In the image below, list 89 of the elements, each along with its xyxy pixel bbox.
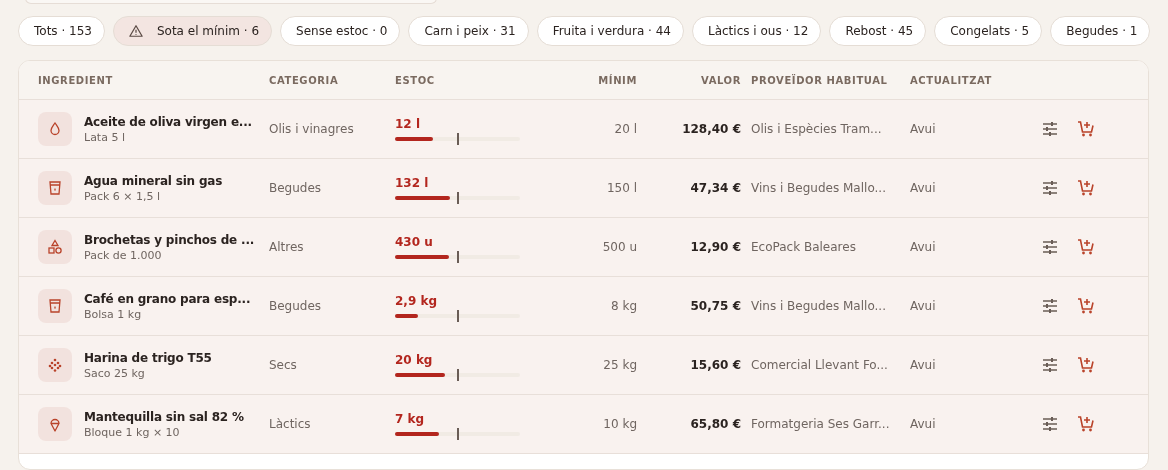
stock-value: 65,80 € [689,417,741,431]
cup-icon [38,171,72,205]
minimum-marker [457,251,459,263]
add-to-cart-icon[interactable] [1076,178,1096,198]
stock-value: 50,75 € [689,299,741,313]
stock-value: 15,60 € [689,358,741,372]
filter-chip[interactable]: Fruita i verdura · 44 [536,16,684,46]
filter-chip[interactable]: Carn i peix · 31 [408,16,529,46]
adjust-icon[interactable] [1040,119,1060,139]
adjust-icon[interactable] [1040,355,1060,375]
package-size: Bolsa 1 kg [84,307,143,321]
add-to-cart-icon[interactable] [1076,414,1096,434]
category-text: Begudes [269,299,323,313]
column-header: CATEGORIA [269,74,340,86]
filter-chip[interactable]: Begudes · 1 [1050,16,1151,46]
add-to-cart-icon[interactable] [1076,119,1096,139]
adjust-icon[interactable] [1040,414,1060,434]
drop-icon [38,112,72,146]
stock-amount: 12 l [395,117,421,131]
warning-icon [128,24,143,38]
column-header: ACTUALITZAT [910,74,993,86]
category-text: Begudes [269,181,323,195]
updated-date: Avui [910,240,937,254]
filter-chip[interactable]: Sota el mínim · 6 [112,16,273,46]
grain-icon [38,348,72,382]
filter-chip[interactable]: Congelats · 5 [934,16,1043,46]
supplier-name: Formatgeria Ses Garr... [751,417,891,431]
ingredient-name: Mantequilla sin sal 82 % [84,409,244,424]
filter-chip[interactable]: Sense estoc · 0 [280,16,401,46]
filter-chip[interactable]: Làctics i ous · 12 [692,16,822,46]
category-text: Altres [269,240,305,254]
shapes-icon [38,230,72,264]
stock-value: 47,34 € [689,181,741,195]
supplier-name: Comercial Llevant Fo... [751,358,889,372]
minimum-marker [457,369,459,381]
category-text: Olis i vinagres [269,122,355,136]
minimum-marker [457,428,459,440]
package-size: Bloque 1 kg × 10 [84,425,181,439]
filter-chip[interactable]: Tots · 153 [18,16,105,46]
category-text: Secs [269,358,298,372]
minimum-amount: 500 u [601,240,637,254]
minimum-amount: 25 kg [602,358,637,372]
stock-value: 12,90 € [689,240,741,254]
package-size: Pack 6 × 1,5 l [84,189,162,203]
adjust-icon[interactable] [1040,296,1060,316]
package-size: Pack de 1.000 [84,248,163,262]
supplier-name: Vins i Begudes Mallo... [751,181,887,195]
column-header: INGREDIENT [38,74,114,86]
category-text: Làctics [269,417,312,431]
package-size: Saco 25 kg [84,366,146,380]
column-header: VALOR [699,74,741,86]
add-to-cart-icon[interactable] [1076,296,1096,316]
add-to-cart-icon[interactable] [1076,237,1096,257]
supplier-name: Vins i Begudes Mallo... [751,299,887,313]
minimum-amount: 10 kg [602,417,637,431]
add-to-cart-icon[interactable] [1076,355,1096,375]
ingredient-name: Café en grano para esp... [84,291,251,306]
ingredient-name: Harina de trigo T55 [84,350,212,365]
stock-amount: 2,9 kg [395,294,438,308]
updated-date: Avui [910,299,937,313]
stock-amount: 7 kg [395,412,426,426]
minimum-amount: 8 kg [610,299,637,313]
minimum-marker [457,310,459,322]
ingredient-name: Brochetas y pinchos de ... [84,232,255,247]
updated-date: Avui [910,181,937,195]
package-size: Lata 5 l [84,130,126,144]
stock-amount: 132 l [395,176,430,190]
minimum-amount: 150 l [605,181,637,195]
updated-date: Avui [910,417,937,431]
cup-icon [38,289,72,323]
column-header: MÍNIM [597,74,637,86]
minimum-amount: 20 l [613,122,637,136]
stock-amount: 20 kg [395,353,434,367]
filter-chip[interactable]: Rebost · 45 [829,16,927,46]
updated-date: Avui [910,358,937,372]
column-header: ESTOC [395,74,436,86]
minimum-marker [457,133,459,145]
adjust-icon[interactable] [1040,237,1060,257]
supplier-name: EcoPack Baleares [751,240,857,254]
ingredient-name: Agua mineral sin gas [84,173,223,188]
ice-cream-icon [38,407,72,441]
minimum-marker [457,192,459,204]
updated-date: Avui [910,122,937,136]
stock-value: 128,40 € [681,122,741,136]
adjust-icon[interactable] [1040,178,1060,198]
stock-amount: 430 u [395,235,434,249]
column-header: PROVEÏDOR HABITUAL [751,74,889,86]
supplier-name: Olis i Espècies Tram... [751,122,883,136]
ingredient-name: Aceite de oliva virgen e... [84,114,252,129]
